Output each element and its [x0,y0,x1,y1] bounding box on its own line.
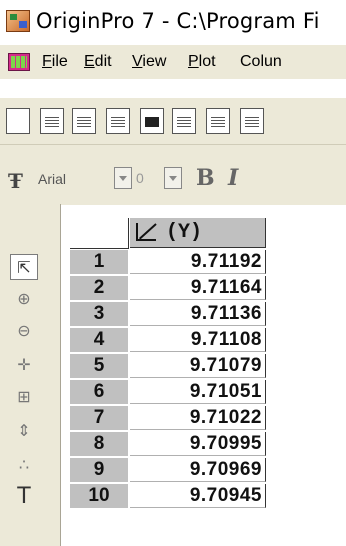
table-row[interactable]: 4 9.71108 [70,328,266,354]
font-name-select[interactable]: Arial [38,167,88,191]
menu-column-label: Colun [240,53,282,70]
row-number[interactable]: 9 [70,458,128,484]
font-dropdown-icon[interactable] [114,167,132,189]
menu-file-mnemonic: F [42,53,52,70]
menu-plot[interactable]: Plot [188,53,216,71]
row-number[interactable]: 2 [70,276,128,302]
worksheet: (Y) 1 9.71192 2 9.71164 3 9.71136 4 9.71108 5 9.7… [70,218,346,546]
table-cell[interactable]: 9.71192 [130,250,266,274]
text-tool-icon[interactable]: T [10,484,38,510]
table-cell[interactable]: 9.71108 [130,328,266,352]
new-function-icon[interactable] [172,108,196,134]
table-cell[interactable]: 9.71022 [130,406,266,430]
column-header-label: (Y) [166,221,203,244]
menu-view-label: iew [142,53,167,70]
table-cell[interactable]: 9.71136 [130,302,266,326]
new-excel-icon[interactable] [72,108,96,134]
menu-file[interactable]: File [42,53,68,71]
table-row[interactable]: 3 9.71136 [70,302,266,328]
zoom-in-icon[interactable]: ⊕ [10,286,38,312]
menu-bar: File Edit View Plot Colun [0,44,346,79]
tools-panel: ⇱ ⊕ ⊖ ✛ ⊞ ⇕ ∴ T [0,204,61,546]
row-number[interactable]: 7 [70,406,128,432]
row-number[interactable]: 4 [70,328,128,354]
zoom-out-icon[interactable]: ⊖ [10,318,38,344]
table-row[interactable]: 8 9.70995 [70,432,266,458]
table-cell[interactable]: 9.71051 [130,380,266,404]
table-cell[interactable]: 9.71164 [130,276,266,300]
menu-edit-label: dit [94,53,112,70]
new-worksheet-icon[interactable] [40,108,64,134]
menu-column[interactable]: Colun [240,53,282,71]
row-number[interactable]: 6 [70,380,128,406]
data-reader-icon[interactable]: ⇕ [10,418,38,444]
new-notes-icon[interactable] [240,108,264,134]
data-selector-icon[interactable]: ⊞ [10,384,38,410]
menu-file-label: ile [51,53,68,70]
menu-view[interactable]: View [132,53,166,71]
table-row[interactable]: 7 9.71022 [70,406,266,432]
table-row[interactable]: 1 9.71192 [70,250,266,276]
row-number[interactable]: 3 [70,302,128,328]
row-number[interactable]: 8 [70,432,128,458]
new-graph-icon[interactable] [106,108,130,134]
font-size-dropdown-icon[interactable] [164,167,182,189]
table-cell[interactable]: 9.71079 [130,354,266,378]
screen-reader-icon[interactable]: ✛ [10,352,38,378]
mask-icon[interactable]: ∴ [10,452,38,478]
worksheet-menu-icon[interactable] [8,53,30,71]
table-row[interactable]: 10 9.70945 [70,484,266,510]
menu-plot-mnemonic: P [188,53,199,70]
standard-toolbar [0,98,346,144]
table-cell[interactable]: 9.70995 [130,432,266,456]
row-number[interactable]: 5 [70,354,128,380]
column-type-icon [136,223,156,241]
worksheet-corner[interactable] [70,218,129,249]
table-row[interactable]: 9 9.70969 [70,458,266,484]
menu-edit[interactable]: Edit [84,53,112,71]
menu-plot-label: lot [198,53,216,70]
new-layout-icon[interactable] [206,108,230,134]
row-number[interactable]: 10 [70,484,128,510]
row-number[interactable]: 1 [70,250,128,276]
table-cell[interactable]: 9.70945 [130,484,266,508]
bold-button[interactable]: B [196,165,215,191]
menu-edit-mnemonic: E [84,53,95,70]
pointer-icon[interactable]: ⇱ [10,254,38,280]
origin-app-icon[interactable] [6,10,30,32]
title-bar[interactable]: OriginPro 7 - C:\Program Fi [0,0,346,44]
new-project-icon[interactable] [6,108,30,134]
font-type-icon: Ŧ [8,169,23,193]
window-title: OriginPro 7 - C:\Program Fi [36,9,320,33]
column-header[interactable]: (Y) [130,218,266,248]
menu-view-mnemonic: V [132,53,143,70]
format-toolbar: Ŧ Arial 0 B I [0,144,346,205]
table-row[interactable]: 6 9.71051 [70,380,266,406]
table-cell[interactable]: 9.70969 [130,458,266,482]
new-matrix-icon[interactable] [140,108,164,134]
table-row[interactable]: 2 9.71164 [70,276,266,302]
table-row[interactable]: 5 9.71079 [70,354,266,380]
italic-button[interactable]: I [228,165,238,191]
